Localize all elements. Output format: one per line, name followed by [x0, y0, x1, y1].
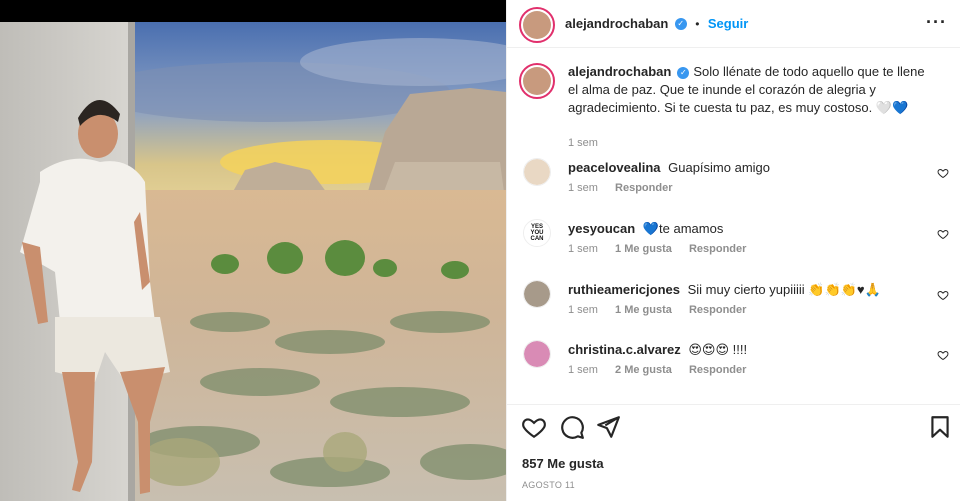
comment-meta: 1 sem 1 Me gusta Responder [568, 304, 760, 316]
post-actions-bar [507, 414, 960, 446]
comment-likes[interactable]: 1 Me gusta [615, 243, 672, 255]
comment-icon[interactable] [559, 414, 585, 440]
comment-like-heart-icon[interactable] [937, 228, 949, 240]
comments-section: alejandrochaban ✓ Solo llénate de todo aqu… [507, 49, 960, 404]
comment-time[interactable]: 1 sem [568, 243, 598, 255]
comment-reply-button[interactable]: Responder [689, 243, 746, 255]
caption-text-block: alejandrochaban ✓ Solo llénate de todo aqu… [568, 63, 928, 117]
author-avatar[interactable] [519, 7, 555, 43]
share-icon[interactable] [595, 414, 621, 440]
comment-text-block: christina.c.alvarez 😍😍😍 !!!! [568, 341, 928, 359]
verified-badge-icon: ✓ [674, 17, 687, 30]
comment-time[interactable]: 1 sem [568, 182, 598, 194]
commenter-avatar[interactable] [523, 158, 551, 186]
comment-meta: 1 sem 1 Me gusta Responder [568, 243, 760, 255]
caption-username[interactable]: alejandrochaban [568, 64, 671, 79]
comment-like-heart-icon[interactable] [937, 167, 949, 179]
comment-text-block: ruthieamericjones Sii muy cierto yupiiii… [568, 281, 928, 299]
comment-text: 💙te amamos [642, 221, 724, 236]
likes-count[interactable]: 857 Me gusta [522, 456, 604, 471]
caption-author-avatar[interactable] [519, 63, 555, 99]
photo-top-bar [0, 0, 506, 22]
commenter-avatar[interactable] [523, 340, 551, 368]
comment-text-block: peacelovealina Guapísimo amigo [568, 159, 928, 177]
commenter-avatar[interactable] [523, 280, 551, 308]
comment-username[interactable]: peacelovealina [568, 160, 661, 175]
avatar-image [523, 67, 551, 95]
comment-item: peacelovealina Guapísimo amigo 1 sem Res… [523, 157, 953, 207]
comment-meta: 1 sem Responder [568, 182, 687, 194]
post-header: alejandrochaban ✓ • Seguir ··· [507, 0, 960, 48]
avatar-image [524, 341, 550, 367]
comment-meta: 1 sem 2 Me gusta Responder [568, 364, 760, 376]
comment-username[interactable]: christina.c.alvarez [568, 342, 681, 357]
follow-button[interactable]: Seguir [708, 16, 748, 31]
bookmark-icon[interactable] [927, 414, 953, 440]
comment-reply-button[interactable]: Responder [615, 182, 672, 194]
comment-reply-button[interactable]: Responder [689, 364, 746, 376]
comment-item: ruthieamericjones Sii muy cierto yupiiii… [523, 279, 953, 329]
caption-meta: 1 sem [568, 137, 612, 149]
verified-badge-icon: ✓ [677, 66, 690, 79]
comment-text: Guapísimo amigo [668, 160, 771, 175]
comment-time[interactable]: 1 sem [568, 304, 598, 316]
comment-likes[interactable]: 2 Me gusta [615, 364, 672, 376]
comment-item: christina.c.alvarez 😍😍😍 !!!! 1 sem 2 Me … [523, 339, 953, 389]
avatar-image [524, 281, 550, 307]
author-username[interactable]: alejandrochaban [565, 16, 668, 31]
avatar-image [523, 11, 551, 39]
post-photo-image [0, 22, 506, 501]
post-photo[interactable] [0, 22, 506, 501]
comment-like-heart-icon[interactable] [937, 289, 949, 301]
commenter-avatar[interactable]: YES YOU CAN [523, 219, 551, 247]
post-date[interactable]: AGOSTO 11 [522, 480, 575, 490]
separator-dot: • [695, 17, 700, 31]
avatar-image: YES YOU CAN [524, 220, 550, 246]
caption-row: alejandrochaban ✓ Solo llénate de todo aqu… [519, 63, 953, 149]
comment-text: Sii muy cierto yupiiiii 👏👏👏♥🙏 [687, 282, 881, 297]
more-options-icon[interactable]: ··· [926, 12, 947, 33]
comment-text: 😍😍😍 !!!! [688, 342, 748, 357]
avatar-image [524, 159, 550, 185]
comment-reply-button[interactable]: Responder [689, 304, 746, 316]
header-author-line: alejandrochaban ✓ • Seguir [565, 15, 748, 33]
comment-item: YES YOU CAN yesyoucan 💙te amamos 1 sem 1 M… [523, 218, 953, 268]
caption-time[interactable]: 1 sem [568, 137, 598, 149]
comment-time[interactable]: 1 sem [568, 364, 598, 376]
comment-like-heart-icon[interactable] [937, 349, 949, 361]
comment-username[interactable]: ruthieamericjones [568, 282, 680, 297]
post-side-panel: alejandrochaban ✓ • Seguir ··· alejandro… [506, 0, 960, 501]
actions-divider [507, 404, 960, 405]
comment-likes[interactable]: 1 Me gusta [615, 304, 672, 316]
comment-username[interactable]: yesyoucan [568, 221, 635, 236]
comment-text-block: yesyoucan 💙te amamos [568, 220, 928, 238]
heart-icon[interactable] [521, 414, 547, 440]
